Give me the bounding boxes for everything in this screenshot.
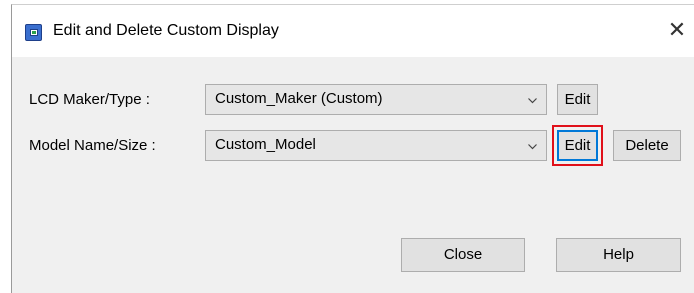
model-name-size-select[interactable]: Custom_Model <box>205 130 547 161</box>
lcd-maker-type-value: Custom_Maker (Custom) <box>215 90 383 107</box>
close-icon[interactable]: ✕ <box>662 17 692 45</box>
app-window-icon <box>25 24 42 41</box>
lcd-maker-type-label: LCD Maker/Type : <box>29 91 150 108</box>
model-delete-button[interactable]: Delete <box>613 130 681 161</box>
chevron-down-icon <box>528 98 537 104</box>
lcd-edit-button[interactable]: Edit <box>557 84 598 115</box>
chevron-down-icon <box>528 144 537 150</box>
model-name-size-label: Model Name/Size : <box>29 137 156 154</box>
model-edit-button[interactable]: Edit <box>557 130 598 161</box>
custom-display-dialog: Edit and Delete Custom Display ✕ LCD Mak… <box>11 4 694 293</box>
model-name-size-value: Custom_Model <box>215 136 316 153</box>
help-button[interactable]: Help <box>556 238 681 272</box>
title-bar: Edit and Delete Custom Display ✕ <box>12 5 694 57</box>
dialog-title: Edit and Delete Custom Display <box>53 22 279 39</box>
lcd-maker-type-select[interactable]: Custom_Maker (Custom) <box>205 84 547 115</box>
close-button[interactable]: Close <box>401 238 525 272</box>
